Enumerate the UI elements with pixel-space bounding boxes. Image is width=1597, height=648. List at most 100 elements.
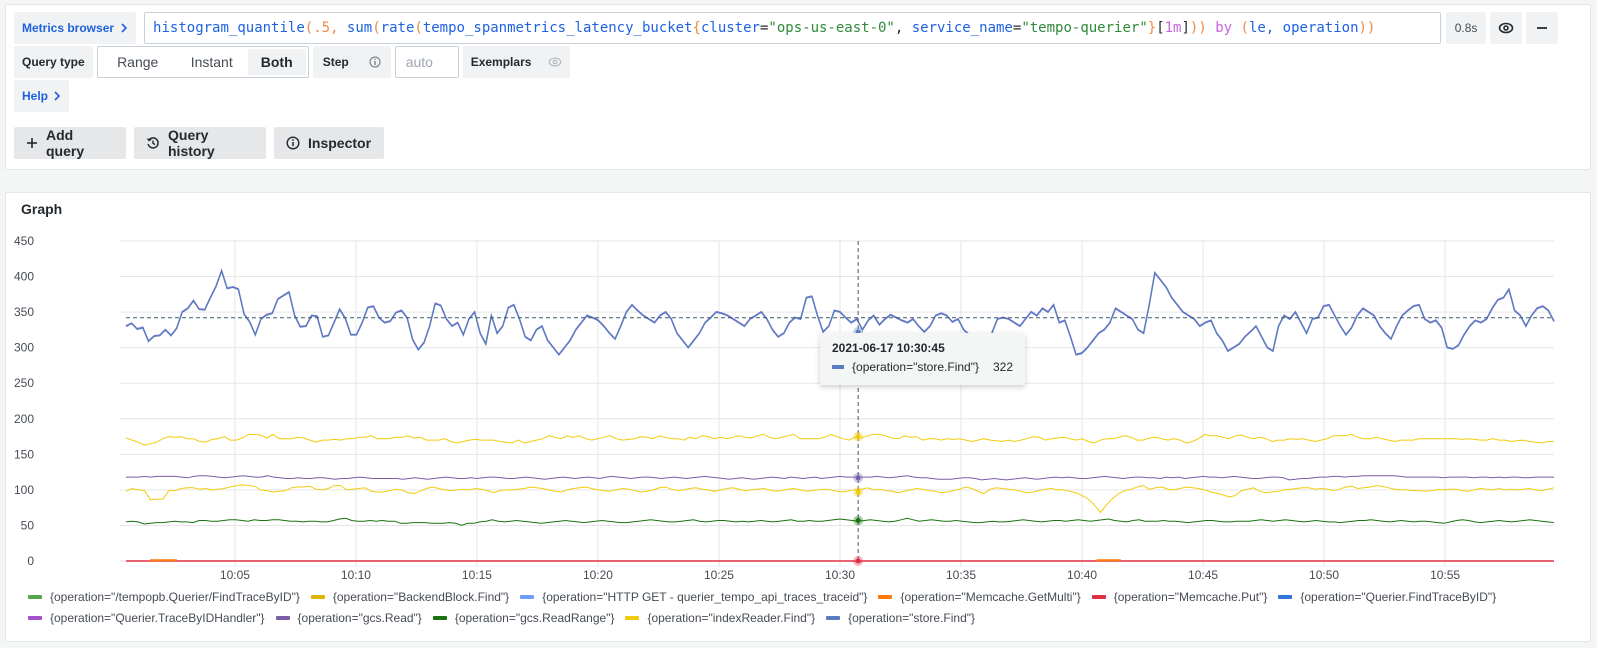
y-axis: 0 50 100 150 200 250 300 350 400 450	[14, 234, 34, 568]
eye-icon	[1498, 20, 1514, 36]
remove-query-button[interactable]	[1526, 12, 1559, 44]
query-token: }	[1147, 20, 1157, 36]
query-duration: 0.8s	[1446, 12, 1487, 44]
add-query-button[interactable]: Add query	[14, 127, 126, 159]
tooltip-series-value: 322	[992, 360, 1013, 374]
legend-label: {operation="/tempopb.Querier/FindTraceBy…	[50, 589, 300, 604]
y-tick-label: 0	[27, 554, 34, 568]
exemplars-toggle[interactable]: Exemplars	[462, 46, 570, 78]
legend-swatch	[28, 615, 42, 620]
info-icon[interactable]	[369, 56, 381, 68]
x-tick-label: 10:35	[946, 568, 976, 579]
history-icon	[146, 136, 160, 150]
step-input[interactable]: auto	[394, 46, 459, 78]
hover-point	[855, 434, 861, 440]
query-token: =	[759, 20, 769, 36]
x-tick-label: 10:55	[1430, 568, 1460, 579]
legend-item[interactable]: {operation="Memcache.GetMulti"}	[878, 589, 1081, 604]
legend-swatch	[310, 594, 325, 599]
query-type-radio-group: Range Instant Both	[96, 46, 309, 78]
step-label-text: Step	[322, 55, 349, 69]
legend-item[interactable]: {operation="Querier.TraceByIDHandler"}	[28, 611, 265, 625]
chevron-right-icon	[120, 23, 128, 33]
toggle-query-visibility-button[interactable]	[1490, 12, 1523, 44]
query-token: ))	[1358, 20, 1376, 36]
query-token: {	[692, 20, 701, 36]
x-tick-label: 10:30	[825, 568, 855, 579]
query-token: rate	[380, 20, 415, 36]
legend-item[interactable]: {operation="/tempopb.Querier/FindTraceBy…	[28, 590, 300, 604]
legend-item[interactable]: {operation="store.Find"}	[826, 611, 975, 625]
chevron-right-icon	[53, 91, 61, 101]
query-token: =	[1012, 20, 1022, 36]
chart-legend: {operation="/tempopb.Querier/FindTraceBy…	[28, 586, 1588, 628]
metrics-browser-label: Metrics browser	[22, 21, 115, 35]
query-token: histogram_quantile	[153, 20, 305, 36]
legend-label: {operation="gcs.Read"}	[297, 610, 422, 625]
add-query-label: Add query	[46, 127, 85, 159]
graph-panel: Graph 0 50 100 150 200 250 300 350 400 450 10:05 1…	[5, 192, 1591, 642]
query-type-label: Query type	[14, 46, 93, 78]
x-tick-label: 10:40	[1067, 568, 1097, 579]
legend-label: {operation="indexReader.Find"}	[647, 610, 816, 625]
query-token: 1m	[1164, 20, 1182, 36]
query-token: "tempo-querier"	[1021, 20, 1148, 36]
plus-icon	[26, 137, 38, 149]
info-icon	[286, 136, 300, 150]
query-type-instant[interactable]: Instant	[176, 49, 248, 75]
tooltip-time: 2021-06-17 10:30:45	[832, 341, 945, 355]
legend-item[interactable]: {operation="Memcache.Put"}	[1091, 590, 1267, 604]
step-input-placeholder: auto	[405, 54, 433, 70]
legend-label: {operation="Memcache.GetMulti"}	[900, 589, 1081, 604]
help-button[interactable]: Help	[14, 80, 69, 112]
legend-label: {operation="Querier.FindTraceByID"}	[1300, 589, 1497, 604]
legend-label: {operation="Querier.TraceByIDHandler"}	[50, 610, 265, 625]
line-chart[interactable]: 050100150200250300350400450 10:05 10:10 10…	[6, 229, 1592, 579]
legend-item[interactable]: {operation="Querier.FindTraceByID"}	[1278, 590, 1496, 604]
query-token: by	[1206, 20, 1241, 36]
legend-item[interactable]: {operation="BackendBlock.Find"}	[310, 589, 510, 604]
legend-item[interactable]: {operation="gcs.ReadRange"}	[432, 610, 615, 625]
legend-swatch	[1091, 594, 1106, 599]
graph-title: Graph	[21, 201, 63, 217]
query-token: (	[414, 20, 423, 36]
legend-item[interactable]: {operation="gcs.Read"}	[275, 610, 422, 625]
legend-label: {operation="HTTP GET - querier_tempo_api…	[542, 589, 868, 604]
query-type-both[interactable]: Both	[247, 49, 306, 75]
legend-label: {operation="BackendBlock.Find"}	[332, 589, 510, 604]
chart-tooltip: 2021-06-17 10:30:45 {operation="store.Fi…	[820, 333, 1025, 385]
query-history-label: Query history	[168, 127, 215, 159]
metrics-browser-button[interactable]: Metrics browser	[14, 12, 137, 44]
legend-swatch	[826, 615, 841, 620]
hover-point	[855, 517, 861, 523]
query-token: service_name	[911, 20, 1013, 36]
inspector-button[interactable]: Inspector	[274, 127, 384, 159]
query-token: sum	[346, 20, 373, 36]
legend-label: {operation="gcs.ReadRange"}	[454, 610, 615, 625]
query-token: .5	[313, 20, 331, 36]
tooltip-series-swatch	[832, 365, 845, 369]
query-type-range[interactable]: Range	[100, 49, 176, 75]
y-tick-label: 150	[14, 447, 34, 461]
query-duration-label: 0.8s	[1454, 21, 1478, 35]
x-tick-label: 10:50	[1309, 568, 1339, 579]
y-tick-label: 50	[21, 518, 35, 532]
query-token: ))	[1189, 20, 1207, 36]
query-token: cluster	[700, 20, 760, 36]
y-tick-label: 400	[14, 270, 34, 284]
query-token: ]	[1181, 20, 1190, 36]
x-axis: 10:05 10:10 10:15 10:20 10:25 10:30 10:35 10:40…	[220, 568, 1461, 579]
step-label: Step	[312, 46, 391, 78]
legend-swatch	[432, 615, 447, 620]
legend-label: {operation="store.Find"}	[848, 610, 976, 625]
legend-item[interactable]: {operation="HTTP GET - querier_tempo_api…	[520, 590, 867, 604]
legend-swatch	[625, 615, 640, 620]
legend-item[interactable]: {operation="indexReader.Find"}	[625, 611, 815, 625]
y-tick-label: 200	[14, 412, 34, 426]
legend-swatch	[878, 594, 893, 599]
y-tick-label: 300	[14, 341, 34, 355]
eye-icon	[548, 55, 562, 69]
chart-grid	[120, 240, 1554, 567]
query-input[interactable]: histogram_quantile(.5, sum(rate(tempo_sp…	[144, 12, 1442, 44]
query-history-button[interactable]: Query history	[134, 127, 266, 159]
